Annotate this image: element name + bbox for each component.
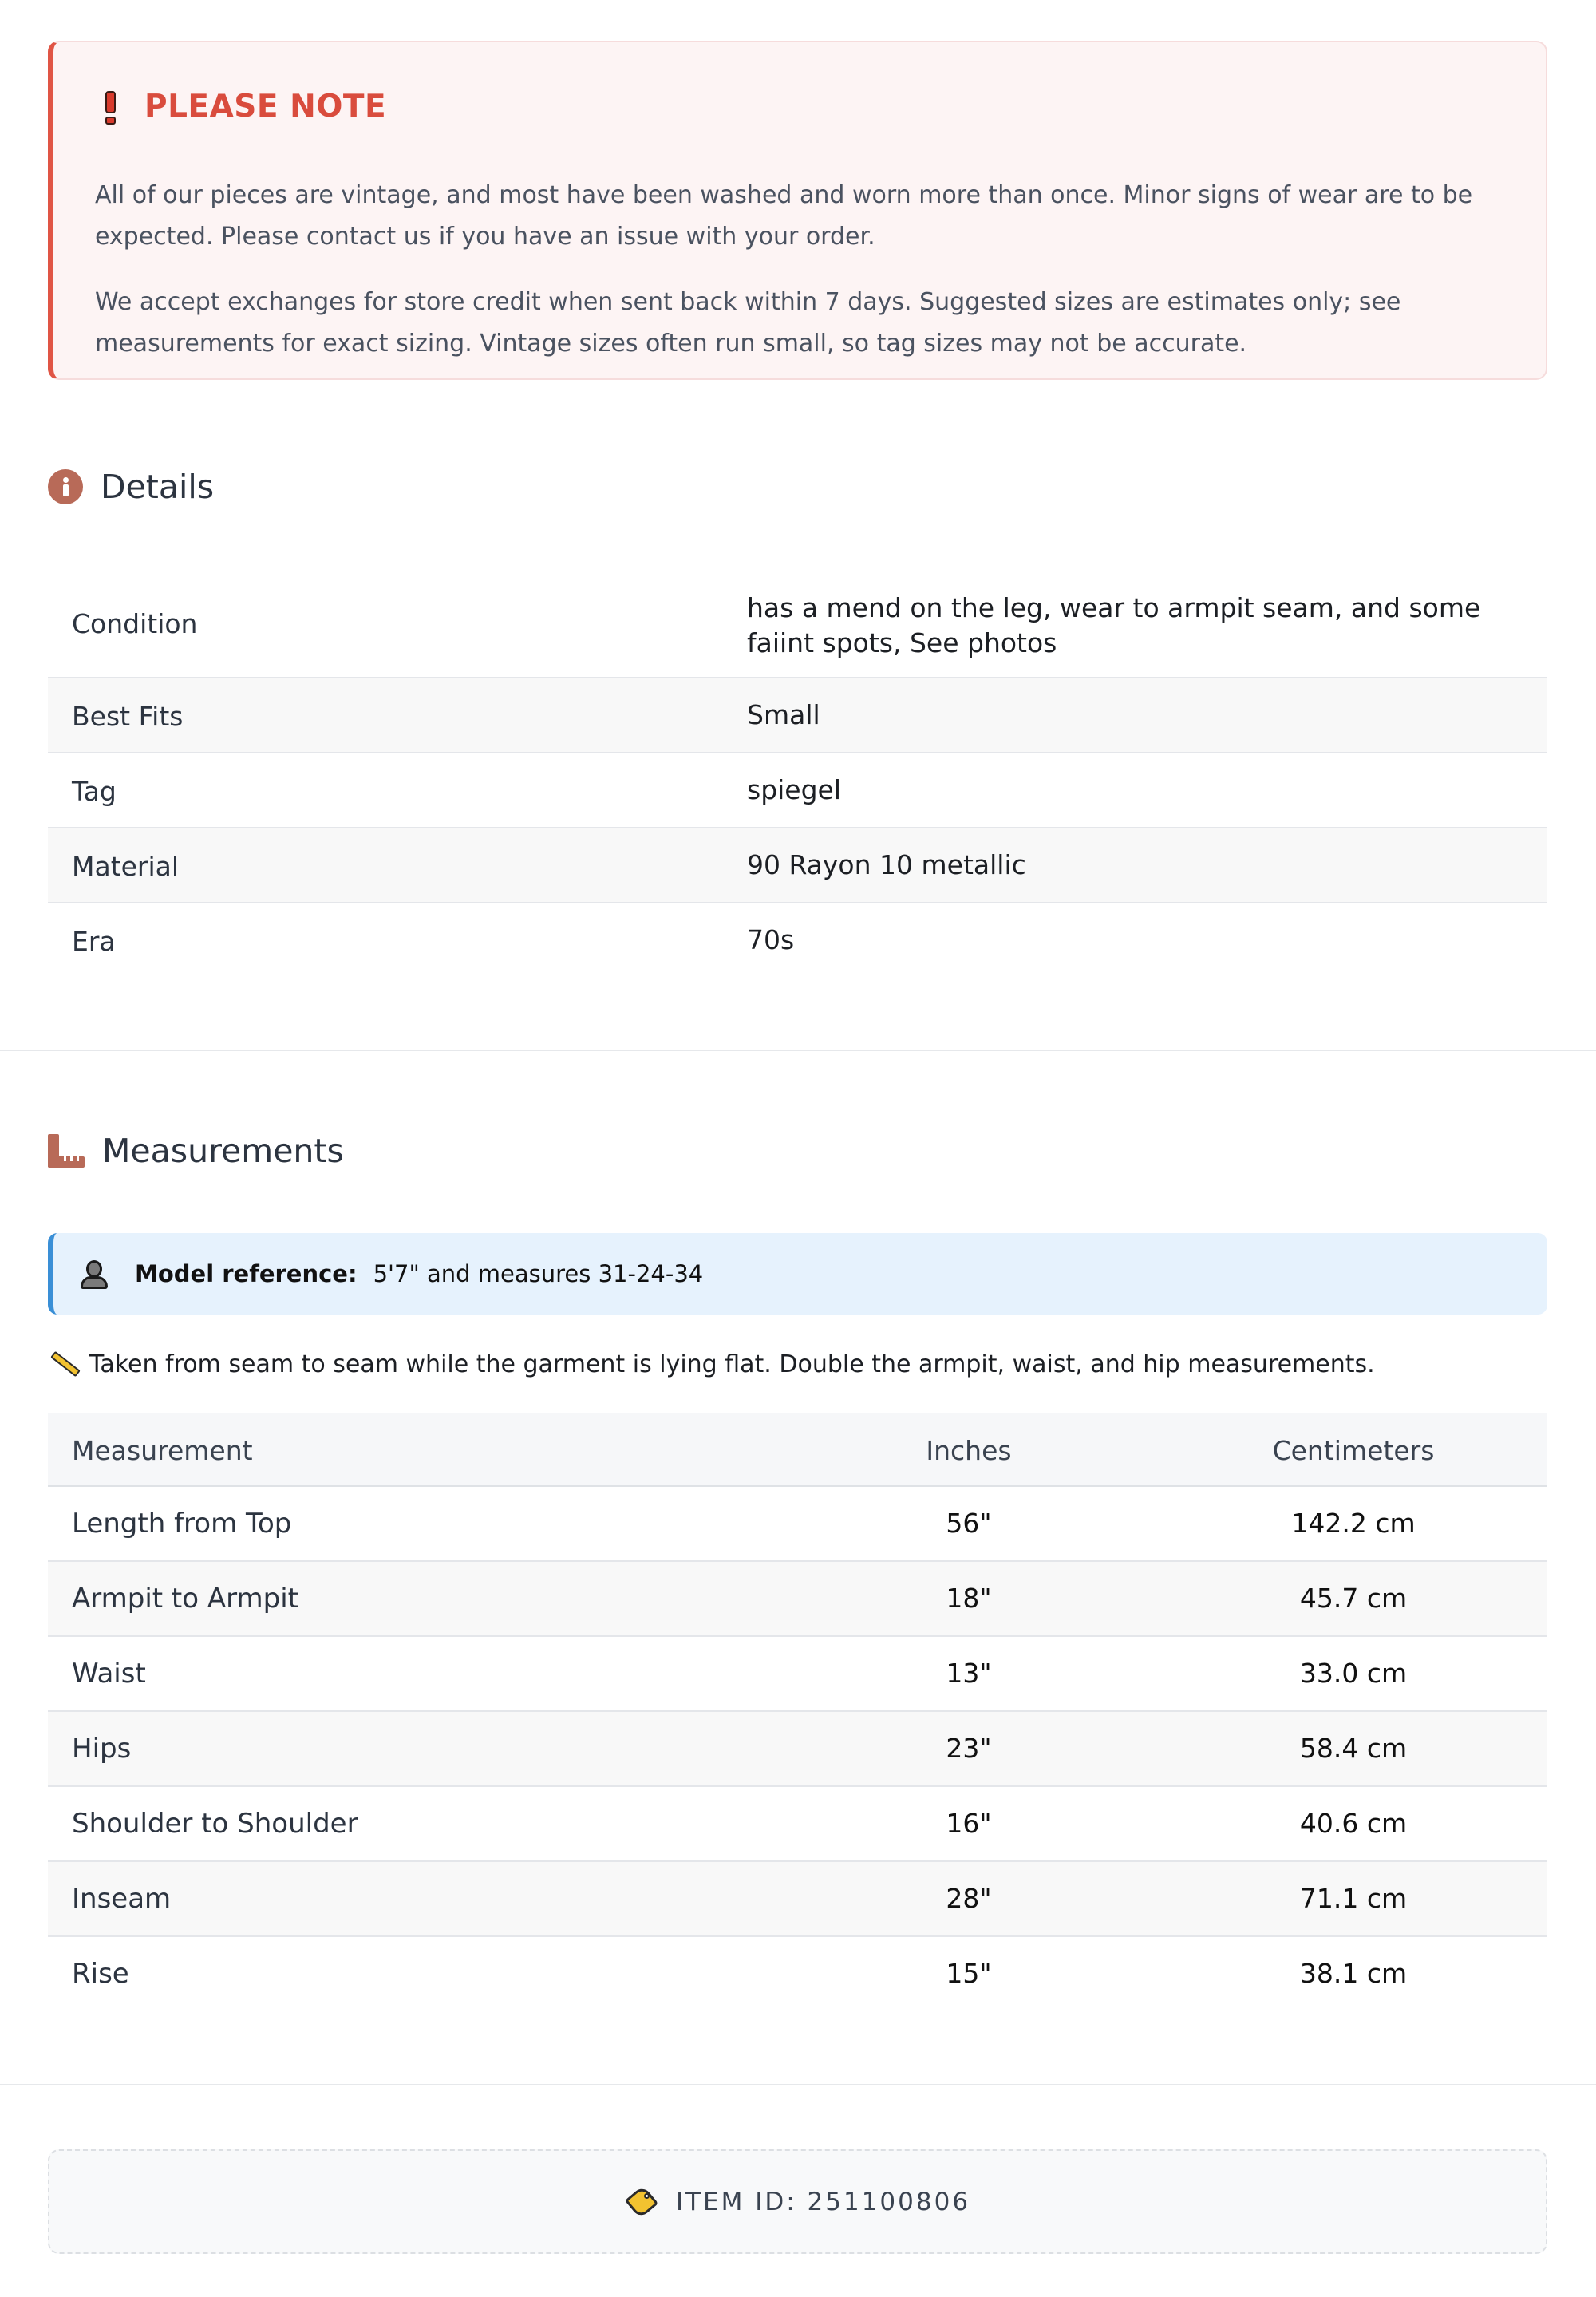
- measurement-name: Shoulder to Shoulder: [72, 1808, 358, 1840]
- table-row: Shoulder to Shoulder 16" 40.6 cm: [48, 1787, 1547, 1862]
- details-table: Condition has a mend on the leg, wear to…: [48, 567, 1547, 978]
- details-value: Small: [747, 699, 820, 730]
- note-title: PLEASE NOTE: [144, 89, 387, 125]
- please-note-box: PLEASE NOTE All of our pieces are vintag…: [48, 41, 1547, 380]
- table-row: Armpit to Armpit 18" 45.7 cm: [48, 1562, 1547, 1637]
- details-row-material: Material 90 Rayon 10 metallic: [48, 828, 1547, 903]
- table-row: Length from Top 56" 142.2 cm: [48, 1487, 1547, 1562]
- details-label: Best Fits: [72, 701, 184, 732]
- model-reference-box: Model reference: 5'7" and measures 31-24…: [48, 1233, 1547, 1315]
- section-divider: [0, 1050, 1596, 1051]
- measurement-note-text: Taken from seam to seam while the garmen…: [89, 1350, 1375, 1378]
- header-measurement: Measurement: [72, 1435, 253, 1466]
- measurement-cm: 40.6 cm: [1299, 1808, 1408, 1839]
- measurements-title: Measurements: [102, 1132, 344, 1170]
- measurement-note: Taken from seam to seam while the garmen…: [48, 1349, 1375, 1379]
- exclamation-icon: [100, 90, 122, 125]
- measurement-cm: 45.7 cm: [1299, 1583, 1408, 1614]
- measurement-inches: 18": [946, 1583, 992, 1614]
- measurement-inches: 16": [946, 1808, 992, 1839]
- measurements-table: Measurement Inches Centimeters Length fr…: [48, 1413, 1547, 2012]
- tag-icon: [624, 2184, 659, 2219]
- measurement-inches: 23": [946, 1733, 992, 1764]
- details-title: Details: [101, 468, 215, 506]
- details-row-best-fits: Best Fits Small: [48, 678, 1547, 753]
- details-row-condition: Condition has a mend on the leg, wear to…: [48, 567, 1547, 678]
- measurement-inches: 56": [946, 1508, 992, 1539]
- section-divider: [0, 2084, 1596, 2085]
- table-row: Inseam 28" 71.1 cm: [48, 1862, 1547, 1937]
- person-icon: [81, 1259, 108, 1289]
- details-value: has a mend on the leg, wear to armpit se…: [747, 592, 1481, 658]
- item-id-box: ITEM ID: 251100806: [48, 2149, 1547, 2254]
- measurement-cm: 142.2 cm: [1291, 1508, 1416, 1539]
- details-value: 70s: [747, 924, 795, 955]
- note-header: PLEASE NOTE: [95, 89, 386, 125]
- measurement-name: Rise: [72, 1958, 129, 1990]
- header-inches: Inches: [926, 1435, 1012, 1466]
- table-row: Waist 13" 33.0 cm: [48, 1637, 1547, 1712]
- measurement-cm: 58.4 cm: [1299, 1733, 1408, 1764]
- details-label: Material: [72, 851, 180, 882]
- measurements-header: Measurements: [48, 1132, 344, 1170]
- ruler-icon: [48, 1134, 85, 1168]
- details-value: 90 Rayon 10 metallic: [747, 849, 1026, 880]
- header-centimeters: Centimeters: [1272, 1435, 1435, 1466]
- measurement-cm: 38.1 cm: [1299, 1958, 1408, 1989]
- details-row-tag: Tag spiegel: [48, 753, 1547, 828]
- note-paragraph-exchanges: We accept exchanges for store credit whe…: [95, 288, 1401, 358]
- measurement-inches: 15": [946, 1958, 992, 1989]
- details-label: Tag: [72, 776, 117, 807]
- note-paragraph-condition: All of our pieces are vintage, and most …: [95, 181, 1473, 251]
- model-reference-text: 5'7" and measures 31-24-34: [373, 1260, 704, 1287]
- item-id-text: ITEM ID: 251100806: [675, 2187, 971, 2216]
- details-label: Condition: [72, 608, 198, 639]
- details-label: Era: [72, 926, 116, 957]
- details-header: Details: [48, 468, 214, 506]
- measurement-cm: 71.1 cm: [1299, 1883, 1408, 1914]
- measurement-name: Hips: [72, 1733, 132, 1765]
- table-row: Rise 15" 38.1 cm: [48, 1937, 1547, 2012]
- pencil-icon: [48, 1349, 81, 1379]
- details-row-era: Era 70s: [48, 903, 1547, 978]
- model-reference-label: Model reference:: [135, 1260, 358, 1287]
- measurement-name: Waist: [72, 1658, 146, 1690]
- measurement-name: Length from Top: [72, 1508, 292, 1540]
- measurement-inches: 13": [946, 1658, 992, 1689]
- table-row: Hips 23" 58.4 cm: [48, 1712, 1547, 1787]
- measurement-inches: 28": [946, 1883, 992, 1914]
- measurements-table-header: Measurement Inches Centimeters: [48, 1413, 1547, 1487]
- details-value: spiegel: [747, 774, 842, 805]
- info-icon: [48, 469, 83, 504]
- measurement-cm: 33.0 cm: [1299, 1658, 1408, 1689]
- measurement-name: Inseam: [72, 1883, 172, 1915]
- measurement-name: Armpit to Armpit: [72, 1583, 298, 1615]
